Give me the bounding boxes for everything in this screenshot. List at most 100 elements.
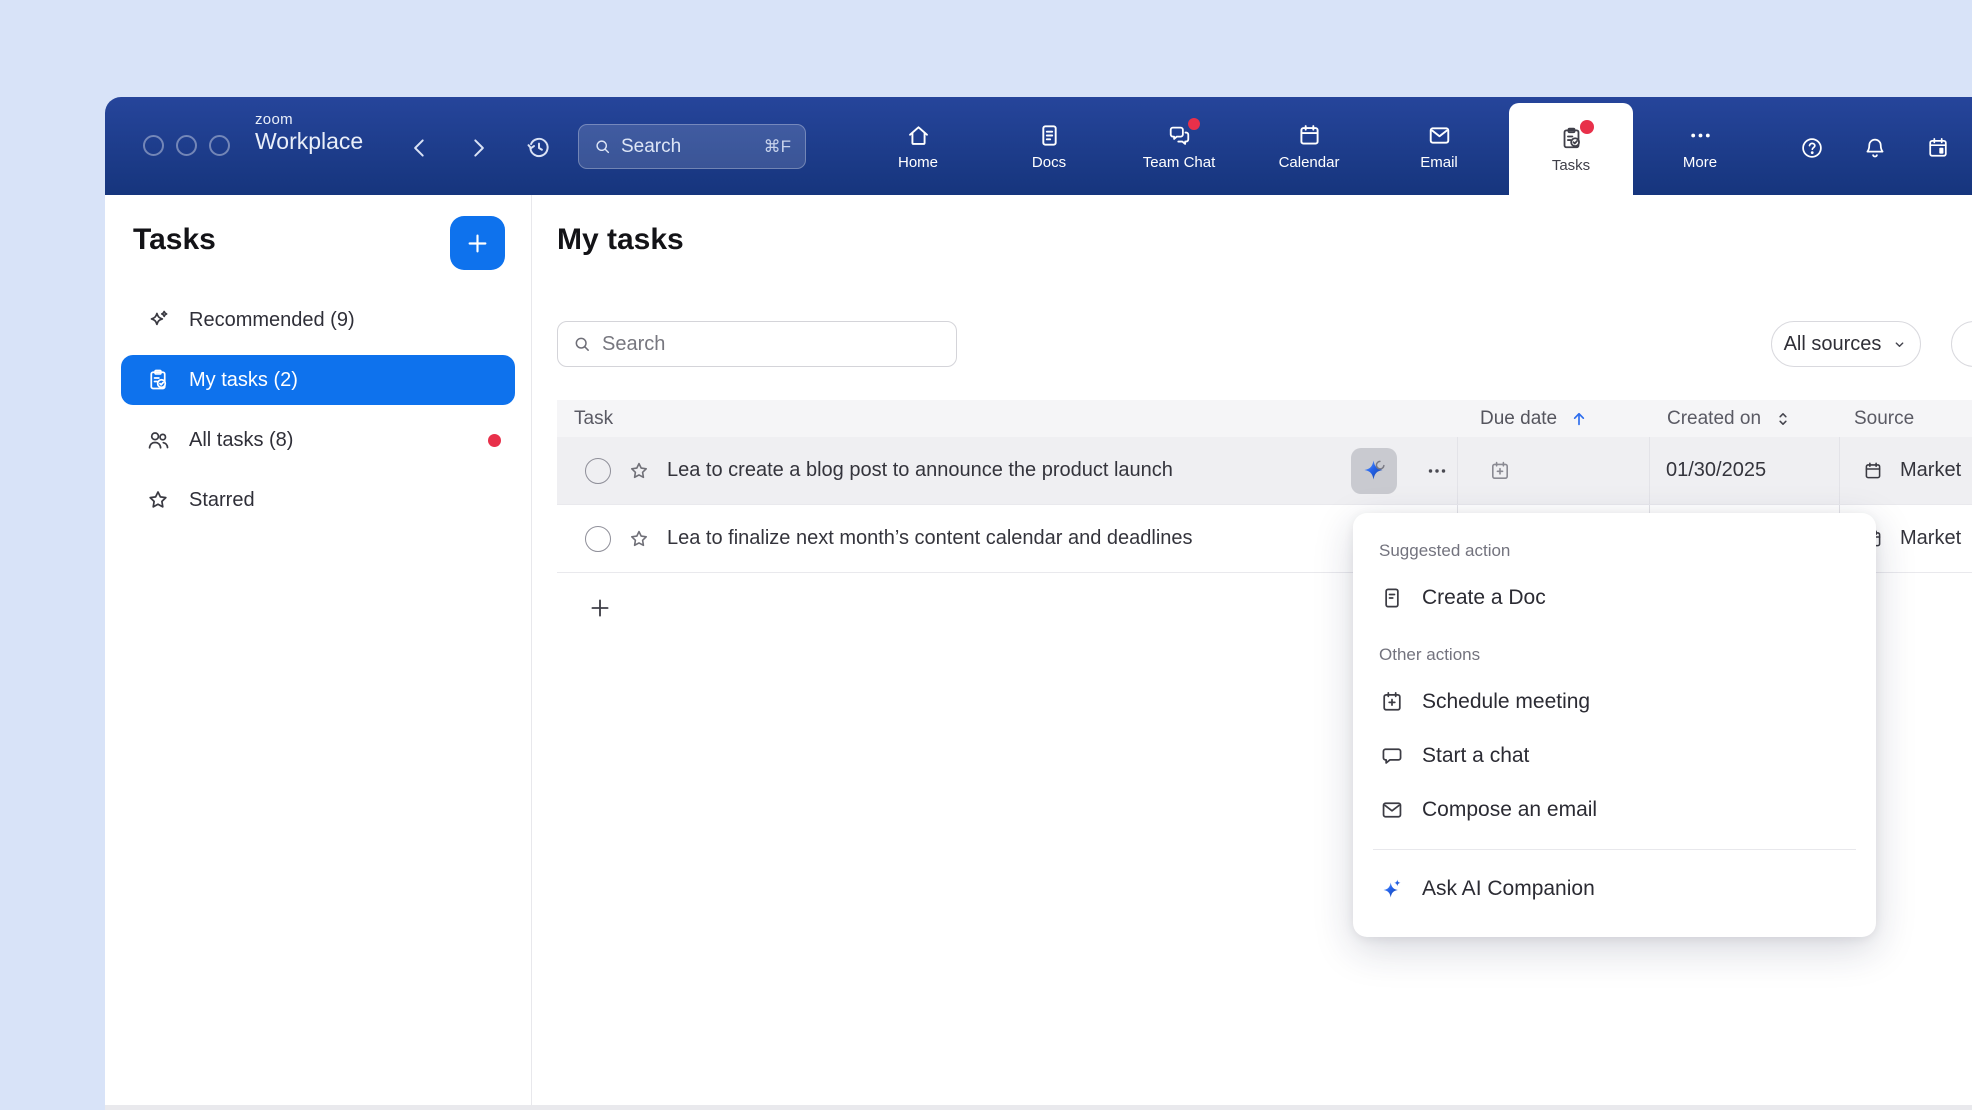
add-task-button[interactable]	[450, 216, 505, 270]
all-sources-label: All sources	[1784, 333, 1882, 356]
tab-label: Team Chat	[1143, 154, 1216, 171]
menu-section-label: Suggested action	[1353, 535, 1876, 571]
row-more-menu-icon[interactable]	[1415, 458, 1459, 484]
task-complete-checkbox[interactable]	[585, 526, 611, 552]
menu-item-label: Ask AI Companion	[1422, 877, 1595, 901]
tab-label: Home	[898, 154, 938, 171]
sidebar-item-label: My tasks (2)	[189, 369, 298, 392]
ai-companion-actions-button[interactable]	[1351, 448, 1397, 494]
ai-companion-icon	[1379, 876, 1405, 902]
sidebar-item-all-tasks[interactable]: All tasks (8)	[121, 415, 515, 465]
forward-icon[interactable]	[465, 135, 491, 161]
sort-ascending-icon[interactable]	[1569, 409, 1589, 429]
sidebar-item-starred[interactable]: Starred	[121, 475, 515, 525]
help-icon[interactable]	[1799, 135, 1825, 161]
task-search-input[interactable]	[602, 333, 942, 356]
source-value: Market	[1900, 459, 1961, 482]
tab-home[interactable]: Home	[864, 97, 972, 195]
window-controls[interactable]	[143, 135, 230, 156]
calendar-source-icon	[1862, 460, 1884, 482]
task-title: Lea to create a blog post to announce th…	[667, 459, 1173, 482]
created-on-value: 01/30/2025	[1666, 459, 1766, 482]
column-header-due-date[interactable]: Due date	[1480, 408, 1589, 430]
star-icon[interactable]	[627, 459, 651, 483]
add-due-date-icon[interactable]	[1488, 459, 1512, 483]
column-header-created-on[interactable]: Created on	[1667, 408, 1793, 430]
window-close-button[interactable]	[143, 135, 164, 156]
filter-dropdown-clipped[interactable]	[1951, 321, 1972, 367]
sidebar-title: Tasks	[133, 223, 216, 257]
menu-divider	[1373, 849, 1856, 850]
task-search-field[interactable]	[557, 321, 957, 367]
more-icon	[1687, 122, 1714, 149]
sidebar-item-label: Recommended (9)	[189, 309, 355, 332]
task-cell: Lea to finalize next month’s content cal…	[557, 505, 1457, 572]
zoom-workplace-window: zoom Workplace ⌘F	[105, 97, 1972, 1110]
history-icon[interactable]	[525, 134, 553, 162]
source-cell: Market	[1839, 437, 1972, 504]
all-sources-dropdown[interactable]: All sources	[1771, 321, 1921, 367]
global-search-field[interactable]: ⌘F	[578, 124, 806, 169]
logo-zoom-text: zoom	[255, 112, 363, 129]
menu-item-create-doc[interactable]: Create a Doc	[1353, 571, 1876, 625]
star-icon[interactable]	[627, 527, 651, 551]
sidebar-item-my-tasks[interactable]: My tasks (2)	[121, 355, 515, 405]
tab-more[interactable]: More	[1646, 97, 1754, 195]
tab-team-chat[interactable]: Team Chat	[1125, 97, 1233, 195]
task-complete-checkbox[interactable]	[585, 458, 611, 484]
task-row-1[interactable]: Lea to create a blog post to announce th…	[557, 437, 1972, 505]
search-icon	[572, 334, 592, 354]
calendar-date-icon[interactable]	[1925, 135, 1951, 161]
chat-bubble-icon	[1379, 743, 1405, 769]
task-title: Lea to finalize next month’s content cal…	[667, 527, 1193, 550]
menu-item-ask-ai-companion[interactable]: Ask AI Companion	[1353, 862, 1876, 916]
docs-icon	[1036, 122, 1063, 149]
tab-label: Email	[1420, 154, 1458, 171]
table-header-row: Task Due date Created on	[557, 400, 1972, 437]
notifications-bell-icon[interactable]	[1862, 135, 1888, 161]
source-value: Market	[1900, 527, 1961, 550]
tab-tasks[interactable]: Tasks	[1509, 103, 1633, 195]
ai-actions-popup: Suggested action Create a Doc Other acti…	[1353, 513, 1876, 937]
sort-toggle-icon[interactable]	[1773, 409, 1793, 429]
plus-icon	[587, 595, 613, 621]
menu-item-label: Schedule meeting	[1422, 690, 1590, 714]
column-label: Created on	[1667, 408, 1761, 430]
star-icon	[145, 487, 171, 513]
envelope-icon	[1379, 797, 1405, 823]
due-date-cell[interactable]	[1457, 437, 1649, 504]
clipboard-check-icon	[145, 367, 171, 393]
zoom-workplace-logo: zoom Workplace	[255, 112, 363, 155]
window-maximize-button[interactable]	[209, 135, 230, 156]
doc-icon	[1379, 585, 1405, 611]
tab-calendar[interactable]: Calendar	[1255, 97, 1363, 195]
window-bottom-edge	[105, 1105, 1972, 1110]
top-navbar: zoom Workplace ⌘F	[105, 97, 1972, 195]
sidebar-item-label: Starred	[189, 489, 255, 512]
created-on-cell: 01/30/2025	[1649, 437, 1839, 504]
column-label: Due date	[1480, 408, 1557, 430]
menu-item-label: Start a chat	[1422, 744, 1529, 768]
page-title: My tasks	[557, 223, 684, 257]
people-icon	[145, 427, 171, 453]
global-search-input[interactable]	[621, 136, 755, 158]
column-header-task: Task	[574, 408, 613, 430]
menu-item-start-chat[interactable]: Start a chat	[1353, 729, 1876, 783]
tab-email[interactable]: Email	[1385, 97, 1493, 195]
all-tasks-badge	[488, 434, 501, 447]
search-icon	[593, 137, 612, 156]
sidebar-item-label: All tasks (8)	[189, 429, 293, 452]
tab-docs[interactable]: Docs	[995, 97, 1103, 195]
back-icon[interactable]	[407, 135, 433, 161]
task-cell: Lea to create a blog post to announce th…	[557, 437, 1457, 504]
menu-item-compose-email[interactable]: Compose an email	[1353, 783, 1876, 837]
sidebar-item-recommended[interactable]: Recommended (9)	[121, 295, 515, 345]
my-tasks-panel: My tasks All sources	[532, 195, 1972, 1110]
team-chat-icon	[1166, 122, 1193, 149]
menu-item-schedule-meeting[interactable]: Schedule meeting	[1353, 675, 1876, 729]
chevron-down-icon	[1891, 336, 1908, 353]
tasks-icon	[1558, 125, 1585, 152]
window-minimize-button[interactable]	[176, 135, 197, 156]
desktop: zoom Workplace ⌘F	[0, 0, 1972, 1110]
tab-label: Calendar	[1279, 154, 1340, 171]
